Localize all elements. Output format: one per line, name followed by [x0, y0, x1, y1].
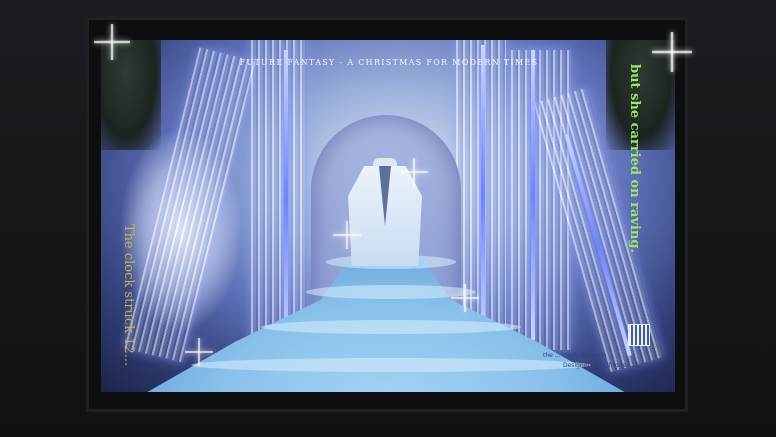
- story-text-left: The clock struck 12...: [121, 224, 136, 367]
- sparkle: [333, 221, 361, 249]
- tulle-ruffle: [261, 320, 521, 334]
- sparkle: [652, 32, 692, 72]
- sparkle: [400, 158, 428, 186]
- sparkle: [185, 338, 213, 366]
- tulle-ruffle: [191, 358, 591, 372]
- light-strip: [531, 50, 535, 340]
- story-text-right: but she carried on raving.: [627, 64, 642, 253]
- sparkle: [94, 24, 130, 60]
- credit-line: Designer ... Selfridges 1Z: [563, 362, 640, 369]
- display-headline: FUTURE FANTASY - A CHRISTMAS FOR MODERN …: [239, 58, 539, 67]
- light-strip: [481, 45, 485, 345]
- qr-code: [628, 324, 650, 346]
- light-strip: [284, 50, 288, 350]
- credit-line: the ... cloak, Balmain: [543, 352, 607, 359]
- sparkle: [451, 284, 479, 312]
- display-window: FUTURE FANTASY - A CHRISTMAS FOR MODERN …: [101, 40, 675, 392]
